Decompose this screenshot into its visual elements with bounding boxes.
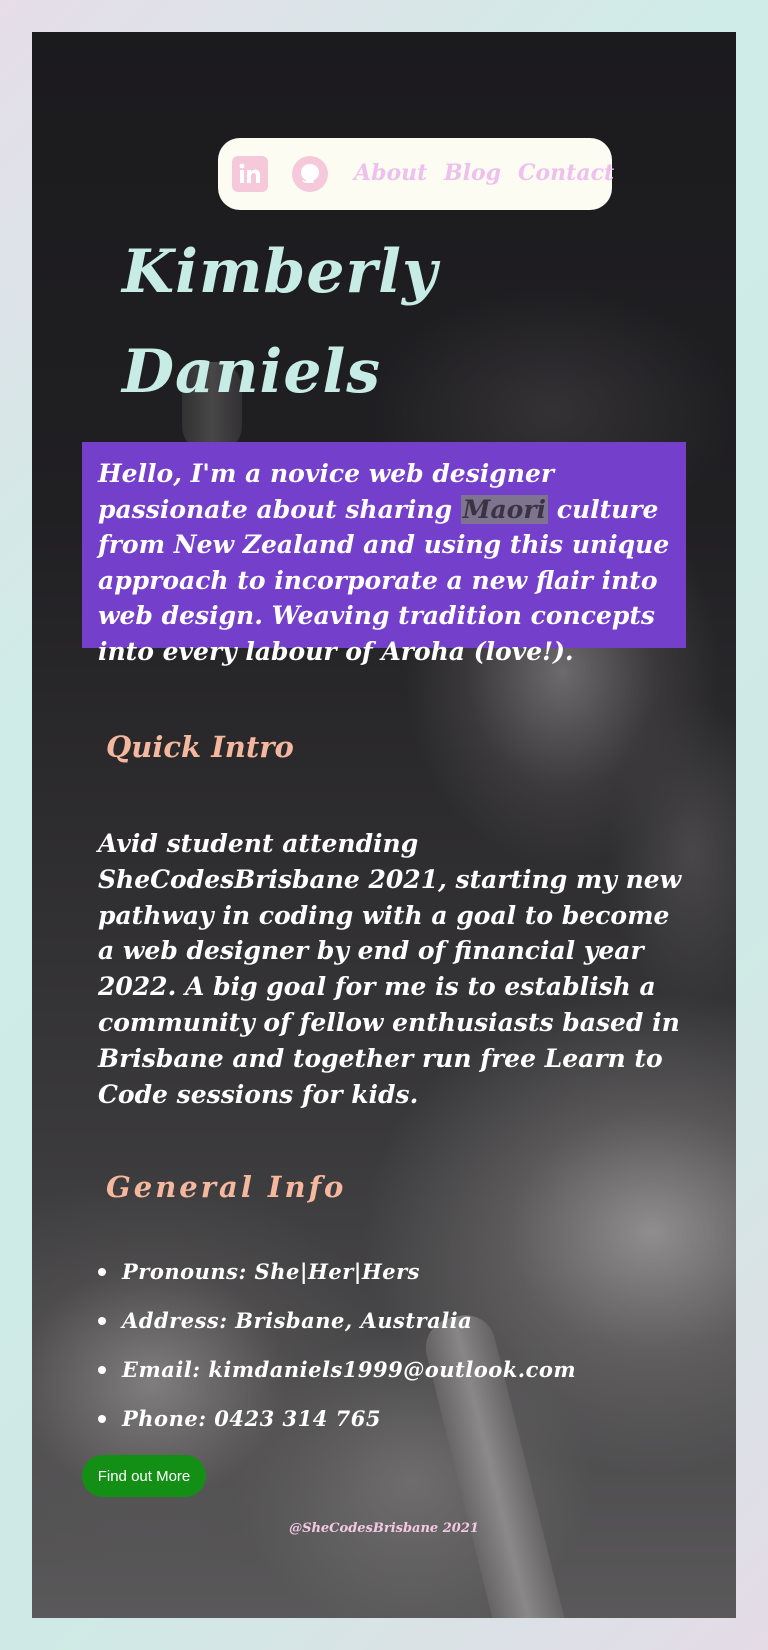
highlighted-word: Maori	[460, 494, 549, 524]
info-item-text: Pronouns: She|Her|Hers	[122, 1259, 420, 1284]
info-item-text: Email: kimdaniels1999@outlook.com	[122, 1357, 577, 1382]
bullet-icon	[98, 1317, 106, 1325]
intro-banner: Hello, I'm a novice web designer passion…	[82, 442, 686, 666]
info-item-address: Address: Brisbane, Australia	[98, 1307, 576, 1356]
title-last-name: Daniels	[122, 337, 382, 407]
navbar: About Blog Contact	[218, 138, 614, 210]
info-item-text: Phone: 0423 314 765	[122, 1406, 381, 1431]
linkedin-icon[interactable]	[232, 156, 268, 192]
find-out-more-button[interactable]: Find out More	[82, 1455, 206, 1497]
info-item-pronouns: Pronouns: She|Her|Hers	[98, 1258, 576, 1307]
title-first-name: Kimberly	[122, 237, 438, 307]
info-item-text: Address: Brisbane, Australia	[122, 1308, 473, 1333]
bullet-icon	[98, 1415, 106, 1423]
nav-link-contact[interactable]: Contact	[518, 160, 614, 186]
github-icon[interactable]	[292, 156, 328, 192]
general-info-list: Pronouns: She|Her|Hers Address: Brisbane…	[98, 1258, 576, 1454]
bullet-icon	[98, 1366, 106, 1374]
info-item-email: Email: kimdaniels1999@outlook.com	[98, 1356, 576, 1405]
page-frame: About Blog Contact Kimberly Daniels Hell…	[32, 32, 736, 1618]
nav-link-about[interactable]: About	[354, 160, 427, 186]
general-info-heading: General Info	[106, 1170, 347, 1204]
intro-banner-text: Hello, I'm a novice web designer passion…	[98, 456, 670, 669]
quick-intro-text: Avid student attending SheCodesBrisbane …	[98, 829, 682, 1109]
nav-link-blog[interactable]: Blog	[444, 160, 501, 186]
footer-credit: @SheCodesBrisbane 2021	[289, 1521, 479, 1536]
info-item-phone: Phone: 0423 314 765	[98, 1405, 576, 1454]
bullet-icon	[98, 1268, 106, 1276]
page-title: Kimberly Daniels	[122, 222, 438, 422]
quick-intro-heading: Quick Intro	[106, 730, 294, 764]
